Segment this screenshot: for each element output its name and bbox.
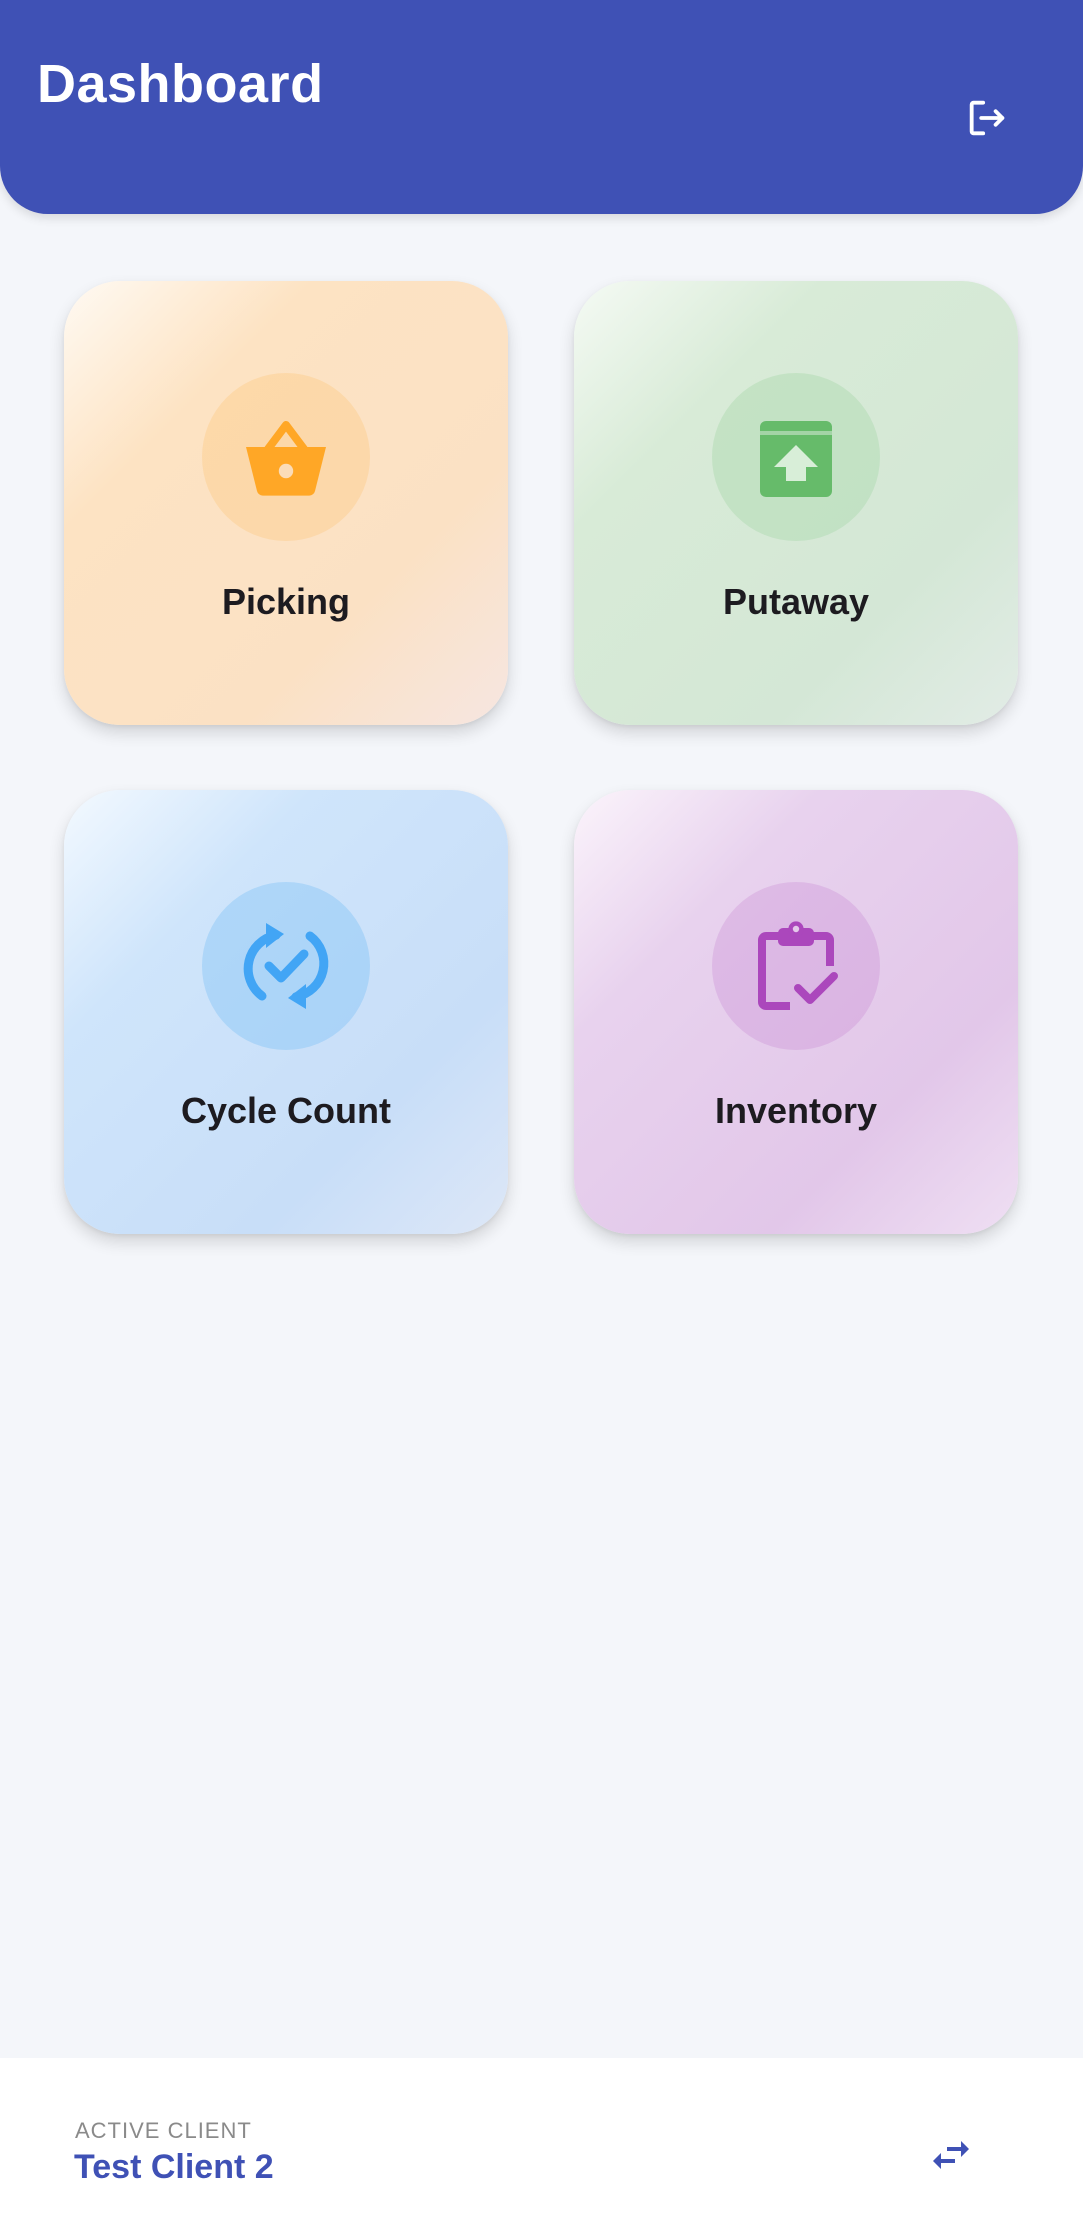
icon-circle — [202, 882, 370, 1050]
sync-check-icon — [243, 923, 329, 1009]
active-client-caption: ACTIVE CLIENT — [75, 2118, 252, 2143]
logout-icon — [969, 100, 1005, 136]
tile-label: Picking — [221, 581, 351, 622]
archive-upload-icon — [760, 421, 832, 497]
icon-circle — [712, 373, 880, 541]
icon-circle — [202, 373, 370, 541]
tile-label: Inventory — [714, 1090, 878, 1131]
tile-picking[interactable]: Picking — [64, 281, 508, 725]
logout-button[interactable] — [955, 86, 1019, 150]
app-bar: Dashboard — [0, 0, 1083, 214]
switch-client-button[interactable] — [922, 2126, 980, 2184]
tile-cycle-count[interactable]: Cycle Count — [64, 790, 508, 1234]
active-client-name: Test Client 2 — [74, 2148, 274, 2186]
tile-inventory[interactable]: Inventory — [574, 790, 1018, 1234]
tile-label: Cycle Count — [180, 1090, 392, 1131]
tile-label: Putaway — [722, 581, 870, 622]
active-client-bar: ACTIVE CLIENT Test Client 2 — [0, 2058, 1083, 2222]
page-title: Dashboard — [37, 54, 324, 114]
tile-putaway[interactable]: Putaway — [574, 281, 1018, 725]
icon-circle — [712, 882, 880, 1050]
basket-icon — [246, 421, 326, 496]
swap-horizontal-icon — [933, 2141, 969, 2169]
clipboard-check-icon — [758, 921, 838, 1010]
